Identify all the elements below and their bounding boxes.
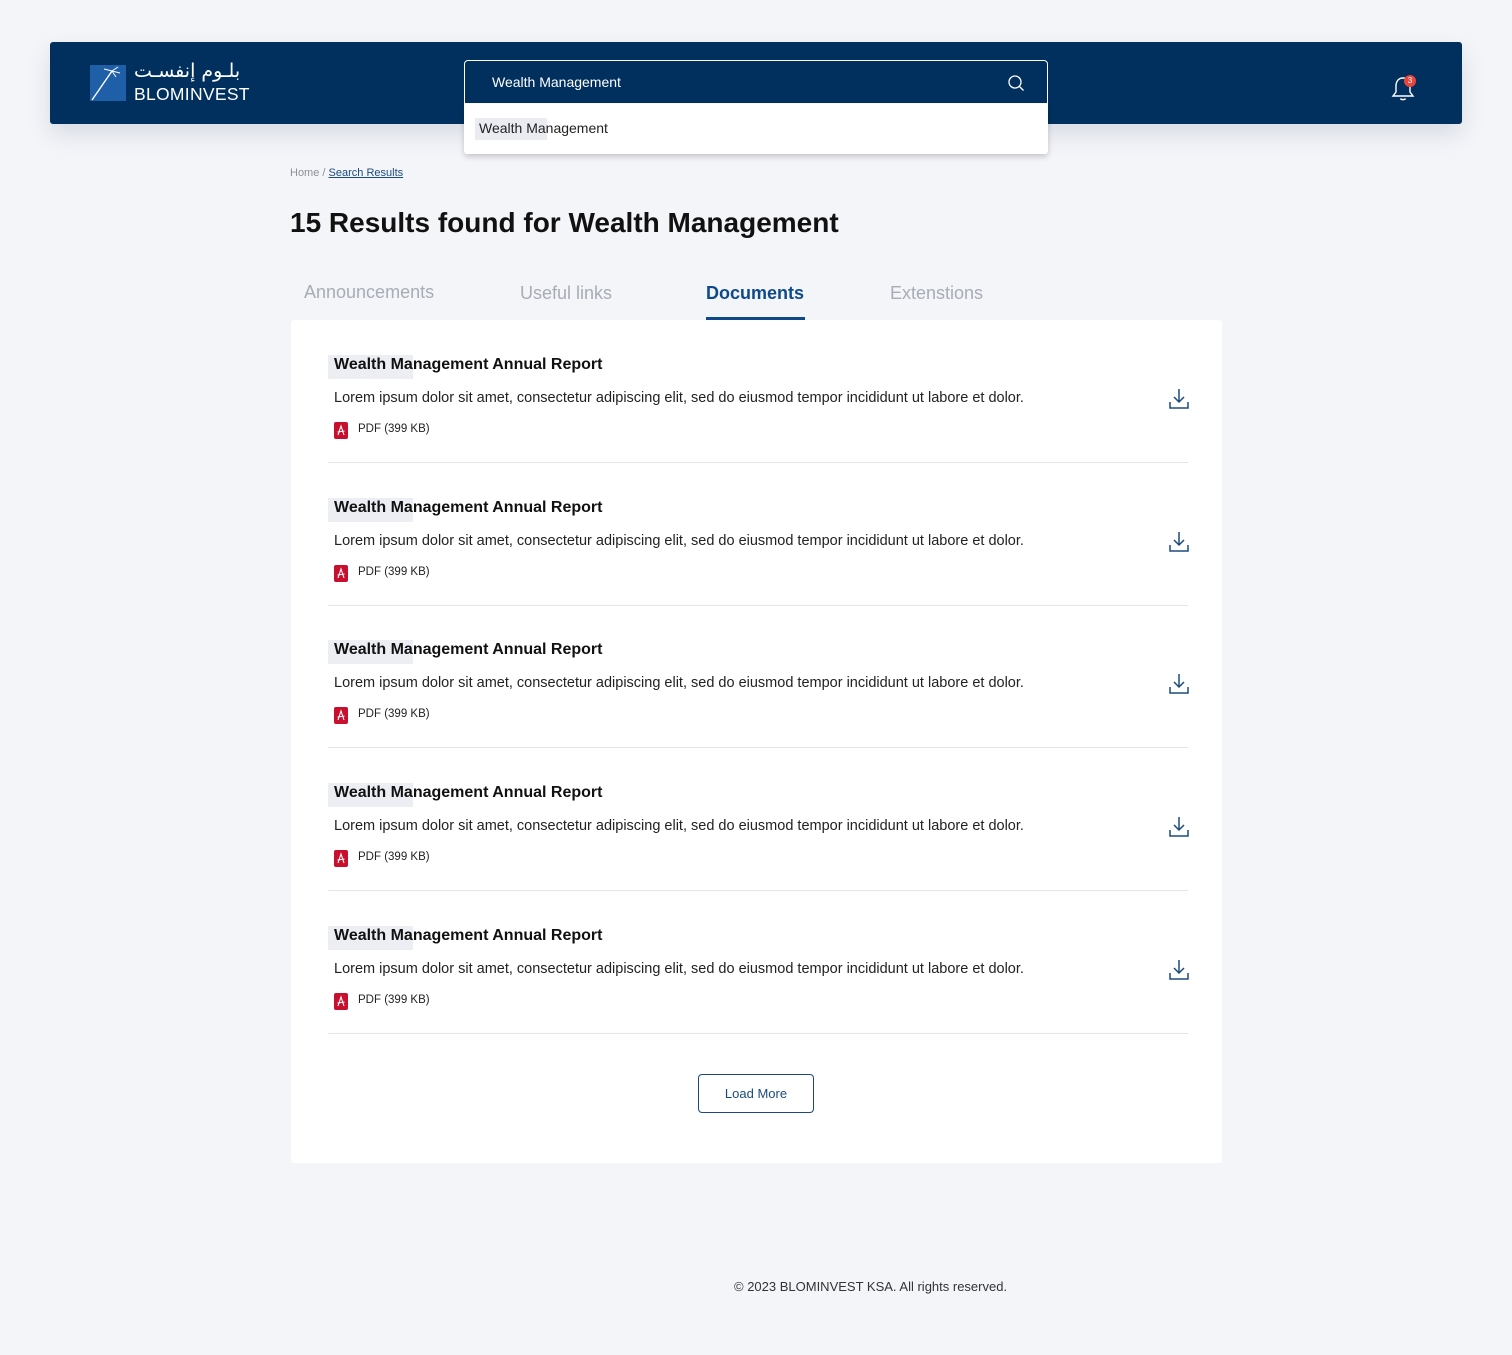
pdf-icon bbox=[334, 707, 348, 724]
result-description: Lorem ipsum dolor sit amet, consectetur … bbox=[334, 675, 1024, 691]
result-title[interactable]: Wealth Management Annual Report bbox=[334, 499, 602, 517]
breadcrumb: Home / Search Results bbox=[290, 167, 403, 179]
blominvest-logo[interactable]: بلـوم إنفسـت BLOMINVEST bbox=[90, 60, 250, 104]
file-meta: PDF (399 KB) bbox=[358, 423, 430, 435]
notifications-button[interactable]: 3 bbox=[1390, 74, 1416, 102]
palm-logo-icon bbox=[90, 65, 126, 101]
result-title[interactable]: Wealth Management Annual Report bbox=[334, 641, 602, 659]
download-icon[interactable] bbox=[1168, 530, 1190, 554]
tab-useful-links[interactable]: Useful links bbox=[520, 283, 612, 304]
footer-copyright: © 2023 BLOMINVEST KSA. All rights reserv… bbox=[734, 1279, 1008, 1294]
result-description: Lorem ipsum dolor sit amet, consectetur … bbox=[334, 961, 1024, 977]
file-meta: PDF (399 KB) bbox=[358, 708, 430, 720]
page-title: 15 Results found for Wealth Management bbox=[290, 207, 839, 238]
download-icon[interactable] bbox=[1168, 958, 1190, 982]
tab-extensions[interactable]: Extenstions bbox=[890, 283, 983, 304]
search-suggestion-item[interactable]: Wealth Management bbox=[475, 118, 612, 138]
result-description: Lorem ipsum dolor sit amet, consectetur … bbox=[334, 533, 1024, 549]
pdf-icon bbox=[334, 565, 348, 582]
document-result: Wealth Management Annual Report Lorem ip… bbox=[328, 891, 1190, 1034]
breadcrumb-current-link[interactable]: Search Results bbox=[329, 167, 404, 179]
tab-announcements[interactable]: Announcements bbox=[304, 282, 434, 303]
pdf-icon bbox=[334, 850, 348, 867]
result-title[interactable]: Wealth Management Annual Report bbox=[334, 927, 602, 945]
tab-documents[interactable]: Documents bbox=[706, 283, 804, 304]
file-meta: PDF (399 KB) bbox=[358, 566, 430, 578]
search-icon[interactable] bbox=[1007, 74, 1025, 92]
pdf-icon bbox=[334, 422, 348, 439]
notification-badge: 3 bbox=[1404, 75, 1416, 87]
load-more-button[interactable]: Load More bbox=[698, 1074, 814, 1113]
file-meta: PDF (399 KB) bbox=[358, 994, 430, 1006]
search-input[interactable] bbox=[465, 61, 1005, 103]
search-box bbox=[464, 60, 1048, 104]
logo-english-text: BLOMINVEST bbox=[134, 84, 250, 104]
breadcrumb-separator: / bbox=[322, 167, 326, 179]
breadcrumb-home-link[interactable]: Home bbox=[290, 167, 319, 179]
results-card: Wealth Management Annual Report Lorem ip… bbox=[291, 320, 1222, 1163]
download-icon[interactable] bbox=[1168, 672, 1190, 696]
document-result: Wealth Management Annual Report Lorem ip… bbox=[328, 748, 1190, 891]
file-meta: PDF (399 KB) bbox=[358, 851, 430, 863]
search-suggestions-dropdown: Wealth Management bbox=[464, 104, 1048, 154]
document-result: Wealth Management Annual Report Lorem ip… bbox=[328, 320, 1190, 463]
download-icon[interactable] bbox=[1168, 387, 1190, 411]
result-title[interactable]: Wealth Management Annual Report bbox=[334, 356, 602, 374]
document-result: Wealth Management Annual Report Lorem ip… bbox=[328, 463, 1190, 606]
download-icon[interactable] bbox=[1168, 815, 1190, 839]
pdf-icon bbox=[334, 993, 348, 1010]
result-description: Lorem ipsum dolor sit amet, consectetur … bbox=[334, 390, 1024, 406]
result-description: Lorem ipsum dolor sit amet, consectetur … bbox=[334, 818, 1024, 834]
document-result: Wealth Management Annual Report Lorem ip… bbox=[328, 605, 1190, 748]
result-title[interactable]: Wealth Management Annual Report bbox=[334, 784, 602, 802]
logo-arabic-text: بلـوم إنفسـت bbox=[134, 60, 241, 82]
